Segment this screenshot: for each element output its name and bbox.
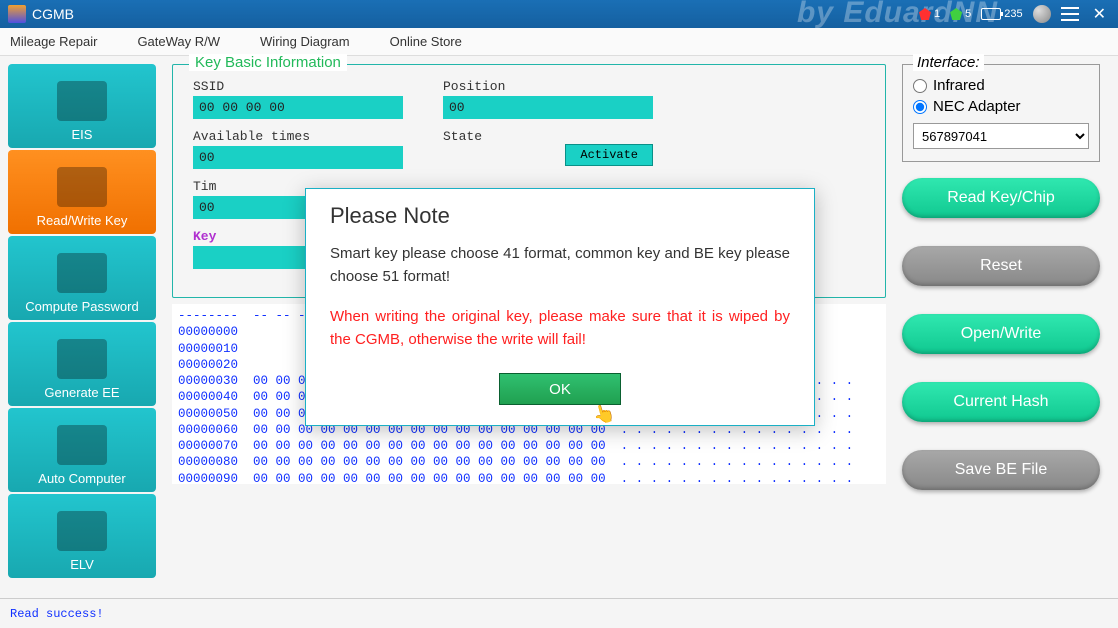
sidebar: EIS Read/Write Key Compute Password Gene… <box>0 56 160 596</box>
interface-combo[interactable]: 567897041 <box>913 123 1089 149</box>
radio-infrared-input[interactable] <box>913 79 927 93</box>
interface-group: Interface: Infrared NEC Adapter 56789704… <box>902 64 1100 162</box>
sidebar-item-label: Read/Write Key <box>37 213 128 228</box>
radio-infrared[interactable]: Infrared <box>913 77 1089 94</box>
radio-infrared-label: Infrared <box>933 77 985 94</box>
sidebar-item-auto-computer[interactable]: Auto Computer <box>8 408 156 492</box>
radio-nec-adapter[interactable]: NEC Adapter <box>913 98 1089 115</box>
current-hash-button[interactable]: Current Hash <box>902 382 1100 422</box>
dialog-text-1: Smart key please choose 41 format, commo… <box>330 243 790 288</box>
eis-icon <box>57 81 107 121</box>
sidebar-item-label: Compute Password <box>25 299 138 314</box>
status-text: Read success! <box>10 607 104 621</box>
menu-gateway-rw[interactable]: GateWay R/W <box>137 34 220 49</box>
key-icon <box>57 167 107 207</box>
sidebar-item-eis[interactable]: EIS <box>8 64 156 148</box>
sidebar-item-label: Generate EE <box>44 385 119 400</box>
state-label: State <box>443 129 653 144</box>
ssid-label: SSID <box>193 79 403 94</box>
menu-mileage-repair[interactable]: Mileage Repair <box>10 34 97 49</box>
right-panel: Interface: Infrared NEC Adapter 56789704… <box>898 56 1118 596</box>
position-label: Position <box>443 79 653 94</box>
sidebar-item-generate-ee[interactable]: Generate EE <box>8 322 156 406</box>
generate-ee-icon <box>57 339 107 379</box>
app-logo-icon <box>8 5 26 23</box>
activate-button[interactable]: Activate <box>565 144 653 166</box>
interface-legend: Interface: <box>913 54 984 71</box>
position-input[interactable] <box>443 96 653 119</box>
sidebar-item-label: EIS <box>72 127 93 142</box>
password-icon <box>57 253 107 293</box>
menu-online-store[interactable]: Online Store <box>390 34 462 49</box>
close-icon[interactable]: ✕ <box>1089 4 1110 24</box>
save-be-file-button[interactable]: Save BE File <box>902 450 1100 490</box>
group-legend: Key Basic Information <box>189 54 347 71</box>
app-title: CGMB <box>32 6 74 22</box>
menubar: Mileage Repair GateWay R/W Wiring Diagra… <box>0 28 1118 56</box>
battery-value: 235 <box>1004 8 1022 20</box>
dialog-text-2: When writing the original key, please ma… <box>330 306 790 351</box>
radio-nec-label: NEC Adapter <box>933 98 1021 115</box>
read-key-chip-button[interactable]: Read Key/Chip <box>902 178 1100 218</box>
dialog-title: Please Note <box>330 203 790 229</box>
watermark: by EduardNN <box>797 0 998 30</box>
menu-wiring-diagram[interactable]: Wiring Diagram <box>260 34 350 49</box>
sidebar-item-compute-password[interactable]: Compute Password <box>8 236 156 320</box>
globe-icon[interactable] <box>1033 5 1051 23</box>
titlebar: CGMB by EduardNN 1 5 235 ✕ <box>0 0 1118 28</box>
auto-computer-icon <box>57 425 107 465</box>
available-times-label: Available times <box>193 129 403 144</box>
please-note-dialog: Please Note Smart key please choose 41 f… <box>305 188 815 426</box>
status-bar: Read success! <box>0 598 1118 628</box>
sidebar-item-read-write-key[interactable]: Read/Write Key <box>8 150 156 234</box>
elv-icon <box>57 511 107 551</box>
dialog-ok-button[interactable]: OK <box>499 373 621 405</box>
open-write-button[interactable]: Open/Write <box>902 314 1100 354</box>
hamburger-menu-icon[interactable] <box>1061 7 1079 21</box>
available-times-input[interactable] <box>193 146 403 169</box>
ssid-input[interactable] <box>193 96 403 119</box>
sidebar-item-label: Auto Computer <box>38 471 125 486</box>
battery-indicator: 235 <box>981 8 1022 20</box>
reset-button[interactable]: Reset <box>902 246 1100 286</box>
sidebar-item-label: ELV <box>70 557 94 572</box>
battery-icon <box>981 8 1001 20</box>
sidebar-item-elv[interactable]: ELV <box>8 494 156 578</box>
radio-nec-input[interactable] <box>913 100 927 114</box>
